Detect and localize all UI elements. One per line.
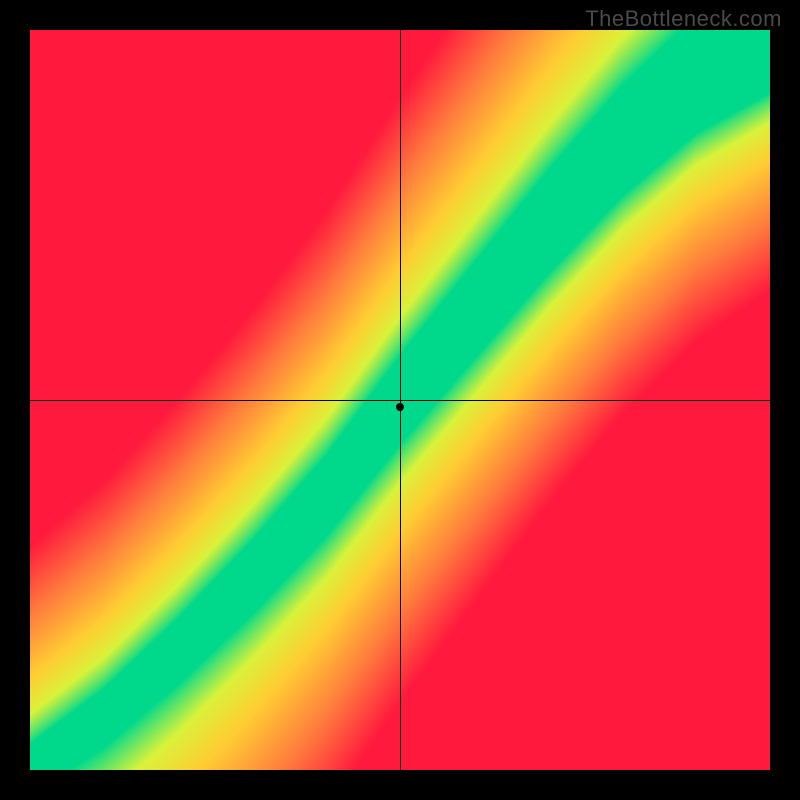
chart-frame: TheBottleneck.com <box>0 0 800 800</box>
crosshair-horizontal <box>30 400 770 401</box>
plot-area <box>30 30 770 770</box>
watermark-text: TheBottleneck.com <box>585 6 782 32</box>
marker-dot <box>396 403 404 411</box>
